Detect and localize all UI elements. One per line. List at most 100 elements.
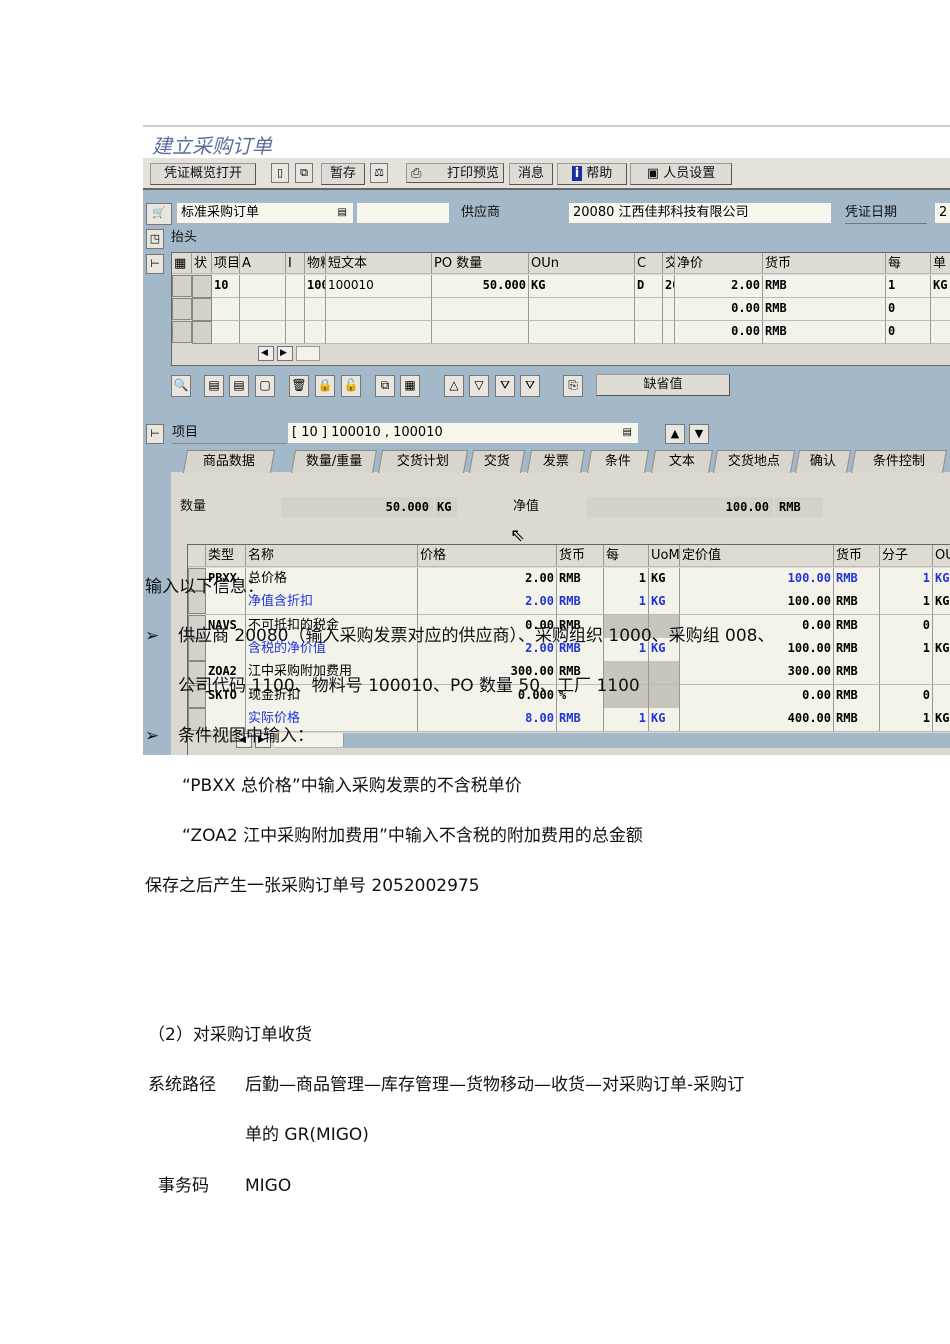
table-cell[interactable] (529, 321, 635, 344)
collapse-items-icon[interactable]: ⊢ (146, 254, 164, 274)
lock-icon[interactable]: 🔒 (315, 375, 335, 397)
column-header[interactable]: 物料 (305, 253, 326, 274)
insert-row-icon[interactable]: ▦ (400, 375, 420, 397)
column-header[interactable]: 货币 (557, 545, 604, 567)
tab-item[interactable]: 商品数据 (182, 450, 276, 473)
table-cell[interactable]: 2.00 (418, 591, 557, 616)
delete-icon[interactable]: 🗑 (289, 375, 309, 397)
hold-button[interactable]: 暂存 (321, 163, 365, 185)
details-icon[interactable]: 🔍 (171, 375, 191, 397)
column-header[interactable]: 短文本 (326, 253, 432, 274)
table-cell[interactable]: 10 (212, 275, 240, 298)
table-cell[interactable] (931, 298, 950, 321)
column-header[interactable]: A (240, 253, 286, 274)
column-header[interactable]: 分子 (880, 545, 933, 567)
deselect-all-icon[interactable]: ▤ (229, 375, 249, 397)
table-cell[interactable] (192, 321, 212, 344)
table-cell[interactable] (663, 298, 675, 321)
select-all-icon[interactable]: ▤ (204, 375, 224, 397)
default-values-button[interactable]: 缺省值 (596, 374, 730, 396)
table-cell[interactable]: 2.00 (418, 568, 557, 592)
table-cell[interactable] (286, 298, 305, 321)
cart-icon[interactable]: 🛒 (146, 203, 172, 225)
table-cell[interactable] (212, 298, 240, 321)
table-cell[interactable] (663, 321, 675, 344)
tab-item[interactable]: 发票 (526, 450, 586, 473)
column-header[interactable]: 净价 (675, 253, 763, 274)
table-cell[interactable] (635, 321, 663, 344)
table-cell[interactable]: 100010 (305, 275, 326, 298)
table-cell[interactable] (240, 321, 286, 344)
horizontal-scrollbar[interactable] (296, 346, 320, 361)
help-button[interactable]: i 帮助 (557, 163, 627, 185)
table-cell[interactable]: 0.00 (675, 321, 763, 344)
column-header[interactable]: 类型 (206, 545, 246, 567)
column-header[interactable]: 货币 (834, 545, 880, 567)
column-header[interactable]: 货币 (763, 253, 886, 274)
tab-item[interactable]: 交货计划 (377, 450, 469, 473)
table-cell[interactable]: 0 (886, 321, 931, 344)
column-header[interactable]: 项目 (212, 253, 240, 274)
table-cell[interactable]: KG (529, 275, 635, 298)
column-header[interactable]: 定价值 (680, 545, 834, 567)
scroll-left-icon[interactable]: ◀ (258, 346, 274, 361)
select-block-icon[interactable]: ▢ (255, 375, 275, 397)
table-cell[interactable] (286, 321, 305, 344)
table-cell[interactable] (635, 298, 663, 321)
row-selector[interactable] (172, 298, 192, 320)
copy-icon[interactable]: ⧉ (375, 375, 395, 397)
table-cell[interactable]: RMB (763, 298, 886, 321)
row-selector[interactable] (172, 321, 192, 343)
column-header[interactable]: C (635, 253, 663, 274)
column-header[interactable]: UoM (649, 545, 680, 567)
column-header[interactable]: 状 (192, 253, 212, 274)
column-header[interactable]: 价格 (418, 545, 557, 567)
column-header[interactable]: OU (933, 545, 950, 567)
scroll-right-icon[interactable]: ▶ (277, 346, 293, 361)
table-cell[interactable] (432, 298, 529, 321)
tab-item[interactable]: 条件 (586, 450, 650, 473)
select-all-icon[interactable] (188, 545, 206, 567)
column-header[interactable]: OUn (529, 253, 635, 274)
expand-header-icon[interactable]: ◳ (146, 229, 164, 249)
column-header[interactable]: PO 数量 (432, 253, 529, 274)
table-cell[interactable]: 1 (886, 275, 931, 298)
table-cell[interactable]: 0 (886, 298, 931, 321)
column-header[interactable]: 每 (604, 545, 649, 567)
table-cell[interactable] (931, 321, 950, 344)
table-cell[interactable] (305, 321, 326, 344)
column-header[interactable]: 每 (886, 253, 931, 274)
collapse-item-detail-icon[interactable]: ⊢ (146, 424, 164, 444)
table-cell[interactable] (432, 321, 529, 344)
filter-delete-icon[interactable]: ⛛ (520, 375, 540, 397)
document-type-select[interactable]: 标准采购订单 ▤ (177, 203, 353, 223)
tab-item[interactable]: 交货 (468, 450, 526, 473)
tab-item[interactable]: 条件控制 (850, 450, 948, 473)
document-overview-button[interactable]: 凭证概览打开 (150, 163, 256, 185)
next-item-icon[interactable]: ▼ (689, 424, 709, 444)
tab-item[interactable]: 确认 (794, 450, 852, 473)
item-select[interactable]: [ 10 ] 100010 , 100010 ▤ (288, 423, 638, 443)
tab-item[interactable]: 数量/重量 (290, 450, 378, 473)
other-document-icon[interactable]: ⧉ (295, 163, 313, 183)
sort-descending-icon[interactable]: ▽ (469, 375, 489, 397)
document-date-field[interactable]: 2 (935, 203, 950, 223)
select-all-icon[interactable]: ▦ (172, 253, 192, 274)
scrollbar-track[interactable] (344, 733, 950, 748)
table-cell[interactable] (192, 275, 212, 298)
sort-ascending-icon[interactable]: △ (444, 375, 464, 397)
export-icon[interactable]: ⎘ (563, 375, 583, 397)
table-cell[interactable] (240, 275, 286, 298)
column-header[interactable]: 交货日期 (663, 253, 675, 274)
table-cell[interactable] (212, 321, 240, 344)
new-document-icon[interactable]: ▯ (271, 163, 289, 183)
check-icon[interactable]: ⚖ (370, 163, 388, 183)
table-cell[interactable]: 2006.09.18 (663, 275, 675, 298)
table-cell[interactable]: 100010 (326, 275, 432, 298)
print-preview-button[interactable]: ⎙ 打印预览 (406, 163, 504, 183)
table-cell[interactable] (326, 321, 432, 344)
messages-button[interactable]: 消息 (509, 163, 553, 185)
table-cell[interactable]: D (635, 275, 663, 298)
document-number-field[interactable] (357, 203, 449, 223)
table-cell[interactable]: 0.00 (675, 298, 763, 321)
